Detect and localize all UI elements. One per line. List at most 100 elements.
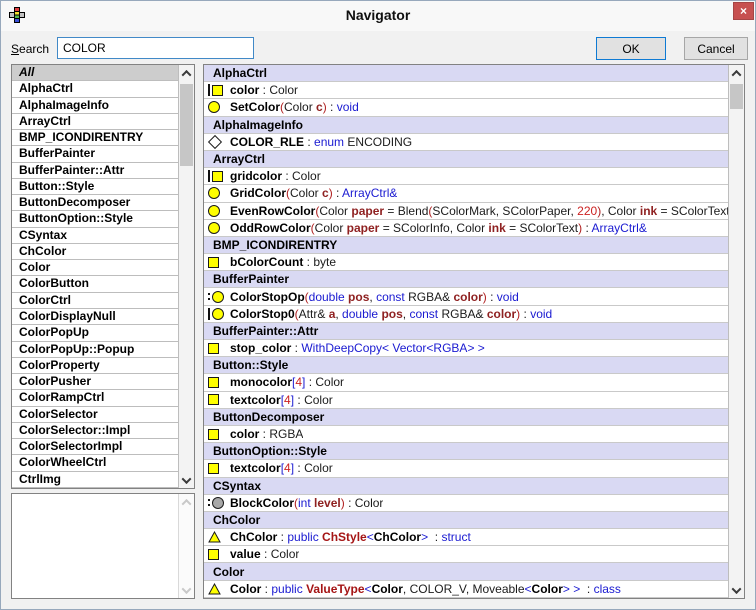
code-segment: void <box>497 290 519 304</box>
code-segment: : <box>291 341 301 355</box>
section-title: CSyntax <box>204 479 261 493</box>
section-header-row[interactable]: BufferPainter <box>204 271 728 288</box>
class-list-item[interactable]: ColorWheelCtrl <box>12 455 178 471</box>
class-list-item[interactable]: AlphaImageInfo <box>12 98 178 114</box>
ok-button[interactable]: OK <box>596 37 666 60</box>
section-header-row[interactable]: ButtonDecomposer <box>204 409 728 426</box>
member-signature: ColorStopOp(double pos, const RGBA& colo… <box>230 290 519 304</box>
scrollbar-thumb[interactable] <box>180 84 193 166</box>
code-segment: RGBA& <box>405 290 454 304</box>
class-list-item[interactable]: BMP_ICONDIRENTRY <box>12 130 178 146</box>
code-segment: color <box>230 83 259 97</box>
class-list-item[interactable]: All <box>12 65 178 81</box>
section-title: ButtonDecomposer <box>204 410 324 424</box>
class-list-item[interactable]: AlphaCtrl <box>12 81 178 97</box>
member-row[interactable]: color : RGBA <box>204 426 728 443</box>
section-header-row[interactable]: ArrayCtrl <box>204 151 728 168</box>
member-list-scrollbar[interactable] <box>728 65 744 598</box>
search-input[interactable] <box>57 37 254 59</box>
section-header-row[interactable]: ButtonOption::Style <box>204 443 728 460</box>
member-row[interactable]: Color : public ValueType<Color, COLOR_V,… <box>204 581 728 598</box>
scroll-down-arrow-icon[interactable] <box>729 582 744 598</box>
class-list-item[interactable]: ColorSelectorImpl <box>12 439 178 455</box>
class-list-item[interactable]: ColorPusher <box>12 374 178 390</box>
section-title: AlphaCtrl <box>204 66 267 80</box>
cancel-button[interactable]: Cancel <box>684 37 748 60</box>
section-header-row[interactable]: AlphaCtrl <box>204 65 728 82</box>
class-list-item[interactable]: ButtonDecomposer <box>12 195 178 211</box>
class-list-item[interactable]: ColorPopUp::Popup <box>12 342 178 358</box>
member-row[interactable]: textcolor[4] : Color <box>204 460 728 477</box>
enum-icon <box>208 135 222 149</box>
class-list-item[interactable]: ColorRampCtrl <box>12 390 178 406</box>
field-icon <box>208 549 219 560</box>
member-row[interactable]: ColorStopOp(double pos, const RGBA& colo… <box>204 288 728 305</box>
section-header-row[interactable]: Color <box>204 563 728 580</box>
code-segment: : Color <box>261 547 300 561</box>
member-row[interactable]: textcolor[4] : Color <box>204 392 728 409</box>
scrollbar-thumb[interactable] <box>730 84 743 109</box>
scroll-up-arrow-icon[interactable] <box>179 65 194 81</box>
class-list-item[interactable]: ColorSelector::Impl <box>12 423 178 439</box>
scroll-up-arrow-icon[interactable] <box>729 65 744 81</box>
code-segment: ChColor <box>230 530 277 544</box>
member-icon-group <box>208 377 225 388</box>
class-list-item[interactable]: CSyntax <box>12 228 178 244</box>
member-row[interactable]: value : Color <box>204 546 728 563</box>
code-segment: struct <box>441 530 470 544</box>
member-row[interactable]: ChColor : public ChStyle<ChColor> : stru… <box>204 529 728 546</box>
member-row[interactable]: bColorCount : byte <box>204 254 728 271</box>
class-list-item[interactable]: BufferPainter <box>12 146 178 162</box>
member-icon-group <box>208 291 225 303</box>
class-list-item[interactable]: Button::Style <box>12 179 178 195</box>
member-row[interactable]: COLOR_RLE : enum ENCODING <box>204 134 728 151</box>
member-signature: EvenRowColor(Color paper = Blend(SColorM… <box>230 204 728 218</box>
class-list-item[interactable]: ArrayCtrl <box>12 114 178 130</box>
class-icon <box>208 583 221 595</box>
titlebar[interactable]: Navigator × <box>1 1 755 31</box>
section-header-row[interactable]: AlphaImageInfo <box>204 117 728 134</box>
field-icon <box>208 377 219 388</box>
class-list-item[interactable]: CtrlImg <box>12 472 178 488</box>
member-row[interactable]: gridcolor : Color <box>204 168 728 185</box>
class-list-item[interactable]: ColorProperty <box>12 358 178 374</box>
code-segment: ink <box>488 221 505 235</box>
code-segment: = SColorInfo, Color <box>379 221 488 235</box>
member-row[interactable]: OddRowColor(Color paper = SColorInfo, Co… <box>204 220 728 237</box>
close-button[interactable]: × <box>733 2 754 20</box>
member-row[interactable]: SetColor(Color c) : void <box>204 99 728 116</box>
class-list-item[interactable]: BufferPainter::Attr <box>12 163 178 179</box>
section-header-row[interactable]: BufferPainter::Attr <box>204 323 728 340</box>
member-row[interactable]: color : Color <box>204 82 728 99</box>
member-row[interactable]: monocolor[4] : Color <box>204 374 728 391</box>
section-header-row[interactable]: Button::Style <box>204 357 728 374</box>
code-segment: WithDeepCopy< Vector<RGBA> > <box>301 341 484 355</box>
member-row[interactable]: ColorStop0(Attr& a, double pos, const RG… <box>204 306 728 323</box>
class-list-item[interactable]: ChColor <box>12 244 178 260</box>
class-list-item[interactable]: ColorPopUp <box>12 325 178 341</box>
class-list-item[interactable]: Color <box>12 260 178 276</box>
field-icon <box>208 394 219 405</box>
section-header-row[interactable]: BMP_ICONDIRENTRY <box>204 237 728 254</box>
member-signature: monocolor[4] : Color <box>230 375 344 389</box>
class-list-item[interactable]: ColorDisplayNull <box>12 309 178 325</box>
member-row[interactable]: GridColor(Color c) : ArrayCtrl& <box>204 185 728 202</box>
code-segment: void <box>530 307 552 321</box>
class-list-scrollbar[interactable] <box>178 65 194 488</box>
section-header-row[interactable]: ChColor <box>204 512 728 529</box>
section-title: AlphaImageInfo <box>204 118 303 132</box>
member-row[interactable]: BlockColor(int level) : Color <box>204 495 728 512</box>
code-segment: : <box>487 290 497 304</box>
code-segment: SColorMark, SColorPaper, <box>432 204 577 218</box>
class-list-item[interactable]: ButtonOption::Style <box>12 211 178 227</box>
member-row[interactable]: EvenRowColor(Color paper = Blend(SColorM… <box>204 203 728 220</box>
member-row[interactable]: stop_color : WithDeepCopy< Vector<RGBA> … <box>204 340 728 357</box>
class-list-item[interactable]: ColorSelector <box>12 407 178 423</box>
code-segment: public <box>287 530 318 544</box>
code-segment: ChColor <box>374 530 421 544</box>
class-list-item[interactable]: ColorCtrl <box>12 293 178 309</box>
class-list-item[interactable]: ColorButton <box>12 276 178 292</box>
scroll-down-arrow-icon[interactable] <box>179 472 194 488</box>
section-header-row[interactable]: CSyntax <box>204 478 728 495</box>
code-segment: const <box>376 290 405 304</box>
